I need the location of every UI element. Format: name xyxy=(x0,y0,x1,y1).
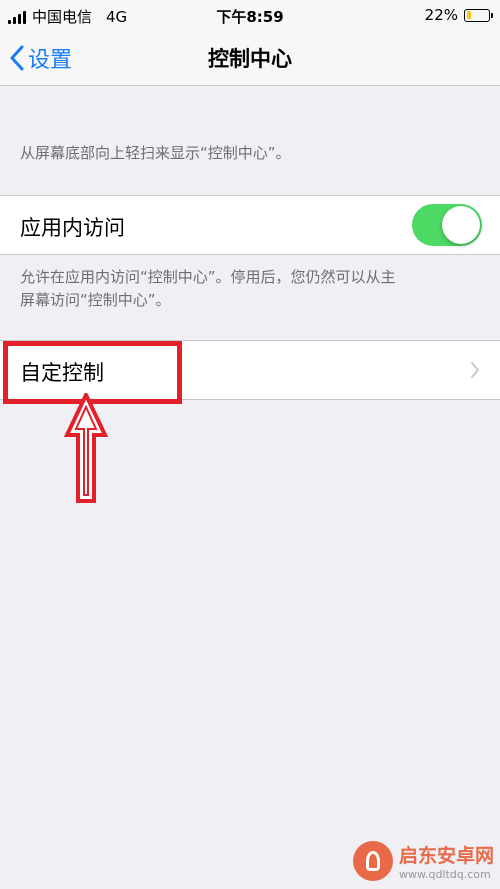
battery-percent: 22% xyxy=(424,6,458,24)
watermark-logo-icon xyxy=(352,841,393,881)
status-bar: 中国电信 4G 下午8:59 22% xyxy=(0,0,500,30)
access-in-apps-row: 应用内访问 xyxy=(0,195,500,255)
access-note-line-1: 允许在应用内访问“控制中心”。停用后，您仍然可以从主 xyxy=(20,268,396,286)
watermark-name: 启东安卓网 xyxy=(398,845,494,867)
navigation-bar: 设置 控制中心 xyxy=(0,30,500,86)
access-in-apps-label: 应用内访问 xyxy=(20,216,125,240)
chevron-right-icon xyxy=(471,362,479,378)
access-note: 允许在应用内访问“控制中心”。停用后，您仍然可以从主 屏幕访问“控制中心”。 xyxy=(20,266,480,312)
battery-icon xyxy=(464,8,493,22)
toggle-knob xyxy=(442,206,480,244)
status-right: 22% xyxy=(424,6,493,24)
watermark-url: www.qdltdq.com xyxy=(398,868,491,881)
access-note-line-2: 屏幕访问“控制中心”。 xyxy=(20,291,171,309)
up-arrow-annotation-icon xyxy=(64,393,108,503)
page-title: 控制中心 xyxy=(208,47,292,71)
watermark: 启东安卓网 www.qdltdq.com xyxy=(352,841,494,881)
access-in-apps-toggle[interactable] xyxy=(412,204,482,246)
intro-text: 从屏幕底部向上轻扫来显示“控制中心”。 xyxy=(20,144,291,162)
battery-fill xyxy=(466,11,471,19)
watermark-text: 启东安卓网 www.qdltdq.com xyxy=(399,841,494,881)
